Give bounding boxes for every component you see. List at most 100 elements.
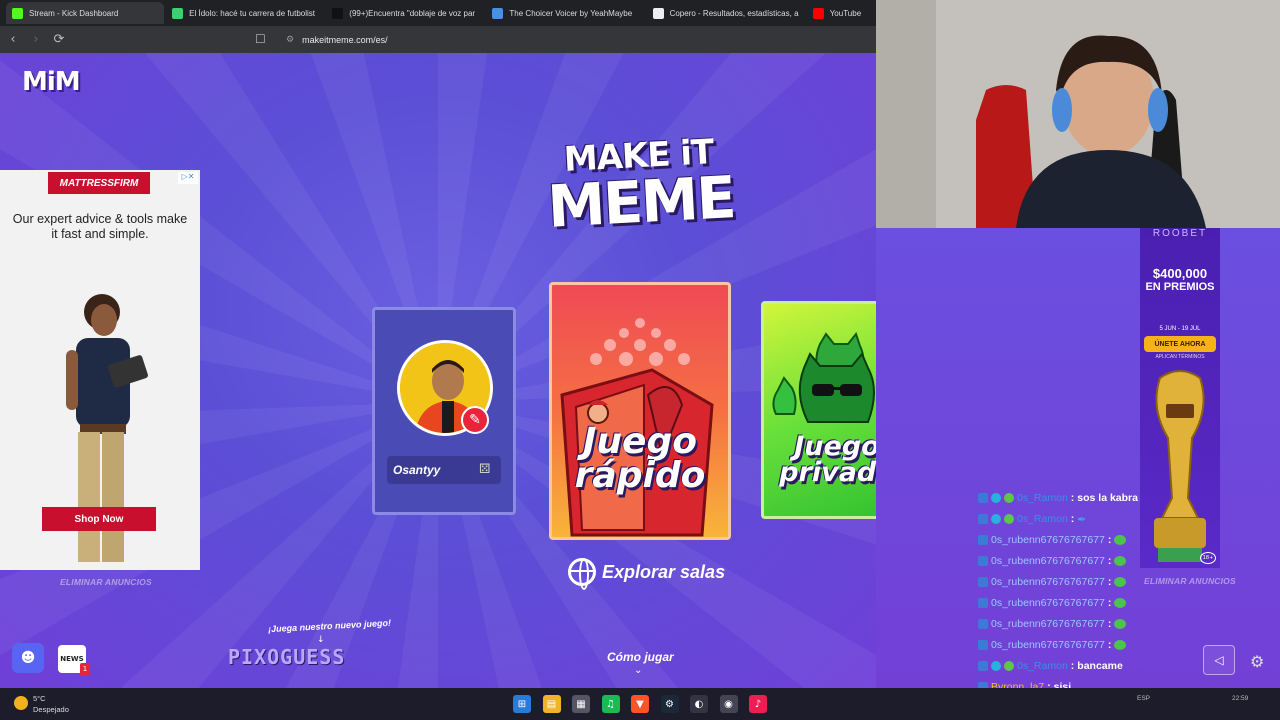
explore-rooms-label: Explorar salas (602, 561, 726, 582)
chat-message: 0s_rubenn67676767677: (978, 637, 1127, 653)
url-field[interactable]: ⚙ makeitmeme.com/es/ (278, 30, 868, 49)
kick-badge-icon (978, 598, 988, 608)
frog-emote-icon (1114, 577, 1127, 587)
feather-emote-icon: ✒ (1077, 514, 1087, 526)
browser-tab[interactable]: El Ídolo: hacé tu carrera de futbolist (166, 2, 324, 24)
obs-icon[interactable]: ◉ (719, 695, 738, 713)
kick-badge-icon (978, 556, 988, 566)
weather-icon[interactable] (14, 696, 28, 710)
mim-logo[interactable]: MiM (22, 67, 81, 97)
how-to-play-link[interactable]: Cómo jugar (607, 650, 674, 664)
chat-username[interactable]: 0s_Ramon (1017, 660, 1068, 672)
username-field[interactable]: Osantyy ⚄ (387, 456, 501, 484)
chat-username[interactable]: 0s_rubenn67676767677 (991, 555, 1105, 567)
browser-tab[interactable]: YouTube (807, 2, 876, 24)
diamond-badge-icon (991, 514, 1001, 524)
chat-separator: : (1107, 618, 1112, 630)
ad-terms: APLICAN TÉRMINOS (1155, 354, 1205, 360)
browser-tab-bar: Stream - Kick Dashboard El Ídolo: hacé tu… (0, 0, 876, 26)
discord-icon[interactable]: ☻ (12, 643, 44, 673)
tab-label: Stream - Kick Dashboard (29, 8, 119, 18)
mattress-firm-ad[interactable]: MATTRESSFIRM ▷✕ Our expert advice & tool… (0, 170, 200, 570)
chat-separator: : (1107, 597, 1112, 609)
promo-text: ¡Juega nuestro nuevo juego! (267, 617, 392, 635)
explore-rooms-button[interactable]: Explorar salas (568, 558, 726, 590)
frog-emote-icon (1114, 598, 1127, 608)
ad-prize-label: EN PREMIOS (1145, 281, 1215, 293)
remove-ads-link[interactable]: ELIMINAR ANUNCIOS (60, 577, 152, 587)
browser-tab[interactable]: The Choicer Voicer by YeahMaybe (486, 2, 644, 24)
chat-username[interactable]: 0s_Ramon (1017, 492, 1068, 504)
spotify-icon[interactable]: ♫ (601, 695, 620, 713)
edit-avatar-icon[interactable]: ✎ (461, 406, 489, 434)
ad-close-icon[interactable]: ▷✕ (178, 172, 198, 184)
join-now-button[interactable]: ÚNETE AHORA (1144, 336, 1216, 352)
reload-icon[interactable]: ⟳ (49, 30, 69, 50)
chat-username[interactable]: 0s_Ramon (1017, 513, 1068, 525)
site-info-icon[interactable]: ⚙ (286, 35, 294, 45)
chat-username[interactable]: 0s_rubenn67676767677 (991, 639, 1105, 651)
brave-icon[interactable]: ▼ (631, 695, 649, 713)
shop-now-button[interactable]: Shop Now (42, 507, 156, 531)
chat-message: 0s_rubenn67676767677: (978, 595, 1127, 611)
tab-favicon-icon (652, 7, 664, 19)
chat-username[interactable]: 0s_rubenn67676767677 (991, 597, 1105, 609)
language-indicator[interactable]: ESP (1137, 695, 1150, 702)
microsoft-store-icon[interactable]: ▦ (572, 695, 590, 713)
file-explorer-icon[interactable]: ▤ (542, 695, 561, 713)
private-game-button[interactable]: Juego privado (761, 301, 876, 519)
sub-badge-icon (1004, 493, 1014, 503)
forward-icon[interactable]: › (26, 30, 46, 50)
bookmark-icon[interactable]: ☐ (255, 32, 266, 46)
pixoguess-logo[interactable]: PIXOGUESS (228, 645, 345, 669)
frog-emote-icon (1114, 640, 1127, 650)
back-icon[interactable]: ‹ (3, 30, 23, 50)
ad-prize-amount: $400,000 (1152, 266, 1208, 281)
ad-brand-logo: MATTRESSFIRM (48, 172, 150, 194)
steam-icon[interactable]: ⚙ (660, 695, 679, 713)
kick-badge-icon (978, 493, 988, 503)
chat-separator: : (1107, 534, 1112, 546)
private-game-label: Juego privado (779, 431, 876, 488)
news-count-badge: 1 (80, 663, 90, 675)
username-text: Osantyy (393, 463, 441, 477)
tab-label: (99+)Encuentra "doblaje de voz par (349, 8, 476, 18)
clock[interactable]: 22:59 (1232, 695, 1248, 702)
chat-username[interactable]: 0s_rubenn67676767677 (991, 576, 1105, 588)
tab-favicon-icon (12, 7, 23, 19)
chat-separator: : (1107, 555, 1112, 567)
kick-badge-icon (978, 535, 988, 545)
chat-username[interactable]: 0s_rubenn67676767677 (991, 618, 1105, 630)
kick-badge-icon (978, 514, 988, 524)
gear-icon[interactable]: ⚙ (1250, 652, 1264, 671)
make-it-meme-title: MAKE iT MEME (538, 132, 743, 241)
game-page: MiM MATTRESSFIRM ▷✕ Our expert advice & … (0, 53, 876, 688)
chat-message: 0s_Ramon: bancame (978, 658, 1123, 674)
diamond-badge-icon (991, 493, 1001, 503)
frog-emote-icon (1114, 619, 1127, 629)
chat-separator: : (1107, 576, 1112, 588)
browser-tab[interactable]: Stream - Kick Dashboard (6, 2, 165, 24)
chat-separator: : (1070, 513, 1075, 525)
windows-taskbar: 5°C Despejado ESP 22:59 ⊞ ▤ ▦ ♫ ▼ ⚙ ◐ ◉ ♪ (0, 688, 1280, 720)
chat-separator: : (1070, 660, 1075, 672)
mute-icon[interactable]: ◁ (1203, 645, 1235, 675)
browser-tab[interactable]: (99+)Encuentra "doblaje de voz par (326, 2, 484, 24)
title-line-2: MEME (545, 163, 736, 241)
kick-badge-icon (978, 640, 988, 650)
tab-favicon-icon (812, 7, 824, 19)
windows-start-icon[interactable]: ⊞ (513, 695, 531, 713)
weather-temperature: 5°C (33, 694, 46, 703)
quick-play-button[interactable]: Juego rápido (549, 282, 731, 540)
dice-icon[interactable]: ⚄ (479, 463, 493, 477)
frog-emote-icon (1114, 556, 1127, 566)
chevron-down-icon[interactable]: ⌄ (634, 665, 642, 676)
chat-separator: : (1070, 492, 1075, 504)
tiktok-icon[interactable]: ♪ (749, 695, 767, 713)
chat-username[interactable]: 0s_rubenn67676767677 (991, 534, 1105, 546)
webcam-feed (876, 0, 1280, 228)
app-icon[interactable]: ◐ (690, 695, 708, 713)
browser-tab[interactable]: Copero - Resultados, estadísticas, a (647, 2, 805, 24)
tab-favicon-icon (492, 7, 504, 19)
ad-dates: 5 JUN - 19 JUL (1159, 326, 1201, 332)
